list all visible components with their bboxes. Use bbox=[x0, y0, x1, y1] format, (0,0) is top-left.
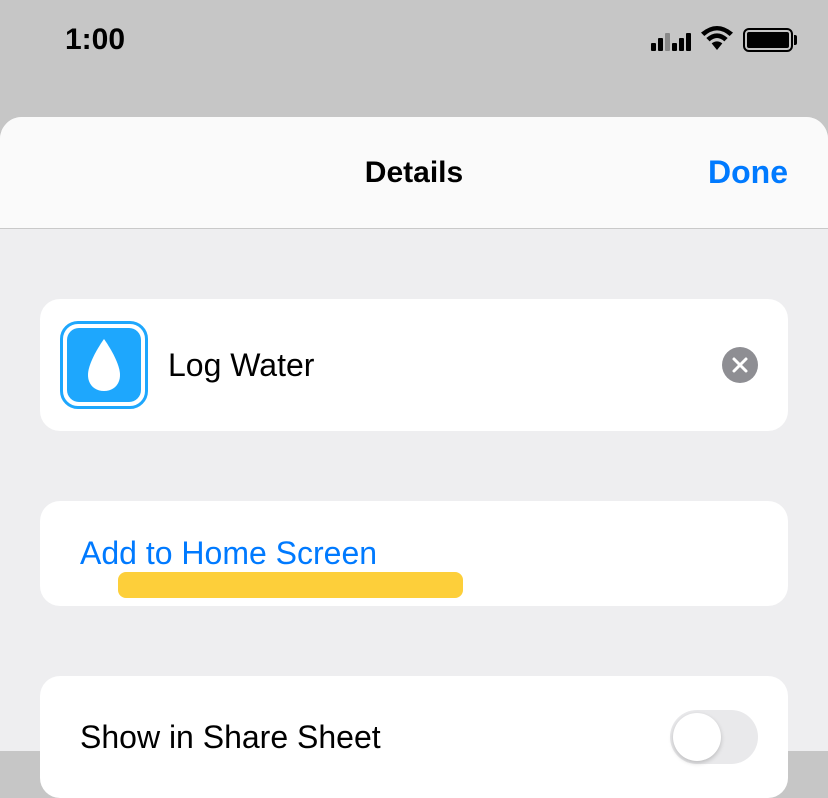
share-sheet-card: Show in Share Sheet bbox=[40, 676, 788, 798]
nav-bar: Details Done bbox=[0, 117, 828, 229]
shortcut-row[interactable]: Log Water bbox=[40, 299, 788, 431]
shortcut-card: Log Water bbox=[40, 299, 788, 431]
highlight-annotation bbox=[118, 572, 463, 598]
clear-name-button[interactable] bbox=[722, 347, 758, 383]
add-to-home-label: Add to Home Screen bbox=[80, 535, 748, 572]
shortcut-name-field[interactable]: Log Water bbox=[168, 347, 702, 384]
battery-icon bbox=[743, 28, 793, 52]
share-sheet-label: Show in Share Sheet bbox=[80, 719, 381, 756]
page-title: Details bbox=[365, 156, 463, 190]
shortcut-icon-button[interactable] bbox=[60, 321, 148, 409]
add-to-home-button[interactable]: Add to Home Screen bbox=[40, 501, 788, 606]
toggle-knob bbox=[673, 713, 721, 761]
status-icons bbox=[651, 26, 793, 55]
status-bar: 1:00 bbox=[0, 0, 828, 90]
cellular-icon bbox=[651, 29, 691, 51]
sheet-content: Log Water Add to Home Screen Show in Sha… bbox=[0, 229, 828, 751]
close-icon bbox=[731, 356, 749, 374]
wifi-icon bbox=[701, 26, 733, 55]
status-time: 1:00 bbox=[65, 23, 125, 57]
share-sheet-toggle[interactable] bbox=[670, 710, 758, 764]
done-button[interactable]: Done bbox=[708, 154, 788, 191]
share-sheet-row: Show in Share Sheet bbox=[40, 676, 788, 798]
add-home-card: Add to Home Screen bbox=[40, 501, 788, 606]
water-drop-icon bbox=[67, 328, 141, 402]
details-sheet: Details Done Log Water bbox=[0, 117, 828, 751]
